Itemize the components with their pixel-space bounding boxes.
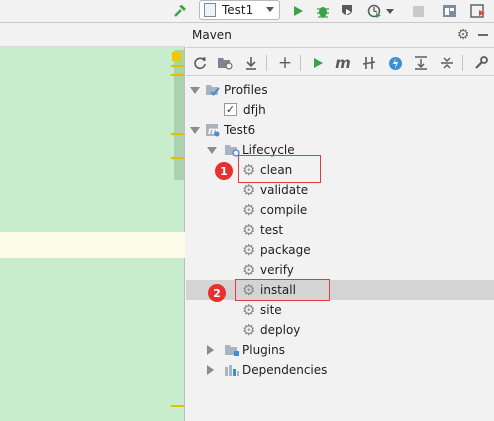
run-configuration-label: Test1 (222, 3, 254, 17)
tree-node-project[interactable]: m Test6 (186, 120, 494, 140)
run-icon[interactable] (290, 0, 306, 22)
show-dependencies-icon[interactable] (410, 52, 432, 74)
step-badge: 2 (208, 284, 226, 302)
project-structure-icon[interactable] (440, 0, 458, 22)
gear-icon: ⚙ (242, 321, 256, 339)
tree-node-profile-item[interactable]: ✓ dfjh (186, 100, 494, 120)
download-icon[interactable] (240, 52, 262, 74)
highlight-box-clean (238, 155, 321, 183)
error-stripe-mark[interactable] (171, 157, 184, 159)
reload-icon[interactable] (189, 52, 211, 74)
generate-sources-icon[interactable] (214, 52, 236, 74)
skip-tests-icon[interactable] (384, 52, 406, 74)
maven-module-icon: m (205, 123, 220, 140)
goal-label: verify (260, 263, 294, 277)
gear-icon: ⚙ (242, 261, 256, 279)
run-configuration-selector[interactable]: Test1 (199, 0, 280, 20)
chevron-down-icon (266, 7, 274, 12)
inspection-status-marker[interactable] (172, 52, 181, 61)
debug-icon[interactable] (314, 0, 332, 22)
lifecycle-goal-compile[interactable]: ⚙ compile (186, 200, 494, 220)
goal-label: validate (260, 183, 309, 197)
goal-label: test (260, 223, 284, 237)
error-stripe-mark[interactable] (171, 74, 184, 76)
gear-icon: ⚙ (242, 241, 256, 259)
goal-label: package (260, 243, 311, 257)
profile-icon[interactable] (365, 0, 395, 22)
lifecycle-goal-install[interactable]: ⚙ install (186, 280, 494, 300)
gear-icon: ⚙ (242, 221, 256, 239)
tree-node-dependencies[interactable]: Dependencies (186, 360, 494, 380)
expand-arrow-icon[interactable] (207, 345, 214, 355)
maven-toolbar: + m (186, 49, 494, 76)
collapse-all-icon[interactable] (436, 52, 458, 74)
lifecycle-goal-site[interactable]: ⚙ site (186, 300, 494, 320)
run-icon[interactable] (307, 52, 329, 74)
error-stripe-mark[interactable] (171, 405, 184, 407)
lifecycle-goal-test[interactable]: ⚙ test (186, 220, 494, 240)
chevron-down-icon[interactable] (385, 8, 394, 14)
lifecycle-goal-verify[interactable]: ⚙ verify (186, 260, 494, 280)
current-line-highlight (0, 232, 185, 258)
toggle-offline-icon[interactable] (358, 52, 380, 74)
editor-tab-strip (0, 23, 185, 47)
lifecycle-goal-deploy[interactable]: ⚙ deploy (186, 320, 494, 340)
coverage-icon[interactable] (338, 0, 356, 22)
main-toolbar: Test1 (0, 0, 494, 23)
run-dashboard-icon[interactable] (468, 0, 488, 22)
goal-label: compile (260, 203, 308, 217)
maven-panel-header: Maven ⚙ (186, 23, 494, 48)
expand-arrow-icon[interactable] (207, 365, 214, 375)
tree-node-label: Dependencies (242, 363, 328, 377)
lifecycle-goal-package[interactable]: ⚙ package (186, 240, 494, 260)
step-badge: 1 (215, 162, 233, 180)
error-stripe-mark[interactable] (171, 133, 184, 135)
goal-label: deploy (260, 323, 301, 337)
dependencies-icon (224, 363, 240, 380)
tree-node-label: Plugins (242, 343, 285, 357)
wrench-icon[interactable] (470, 52, 492, 74)
gear-icon: ⚙ (242, 181, 256, 199)
execute-goal-icon[interactable]: m (332, 52, 354, 74)
tree-node-label: dfjh (243, 103, 266, 117)
gear-icon: ⚙ (242, 301, 256, 319)
plugins-folder-icon (224, 343, 240, 360)
editor-scrollbar[interactable] (174, 50, 184, 180)
gear-icon: ⚙ (242, 201, 256, 219)
minimize-icon[interactable] (474, 26, 492, 44)
goal-label: site (260, 303, 282, 317)
tree-node-label: Test6 (224, 123, 256, 137)
highlight-box-install (235, 279, 330, 301)
expand-arrow-icon[interactable] (190, 127, 200, 134)
tree-node-label: Profiles (224, 83, 268, 97)
file-icon (204, 3, 216, 17)
gear-icon[interactable]: ⚙ (454, 26, 472, 44)
maven-tool-window: Maven ⚙ + m Profiles ✓ dfjh m Test6 Life… (186, 23, 494, 421)
panel-title: Maven (192, 28, 232, 42)
tree-node-lifecycle[interactable]: Lifecycle (186, 140, 494, 160)
expand-arrow-icon[interactable] (190, 87, 200, 94)
add-icon[interactable]: + (274, 52, 296, 74)
tree-node-profiles[interactable]: Profiles (186, 80, 494, 100)
editor-area[interactable] (0, 23, 185, 421)
profiles-icon (205, 83, 220, 100)
expand-arrow-icon[interactable] (207, 147, 217, 154)
lifecycle-goal-validate[interactable]: ⚙ validate (186, 180, 494, 200)
tree-node-plugins[interactable]: Plugins (186, 340, 494, 360)
stop-icon[interactable] (410, 0, 426, 22)
error-stripe-mark[interactable] (171, 65, 184, 67)
profile-checkbox[interactable]: ✓ (224, 103, 237, 116)
hammer-icon[interactable] (170, 0, 190, 22)
